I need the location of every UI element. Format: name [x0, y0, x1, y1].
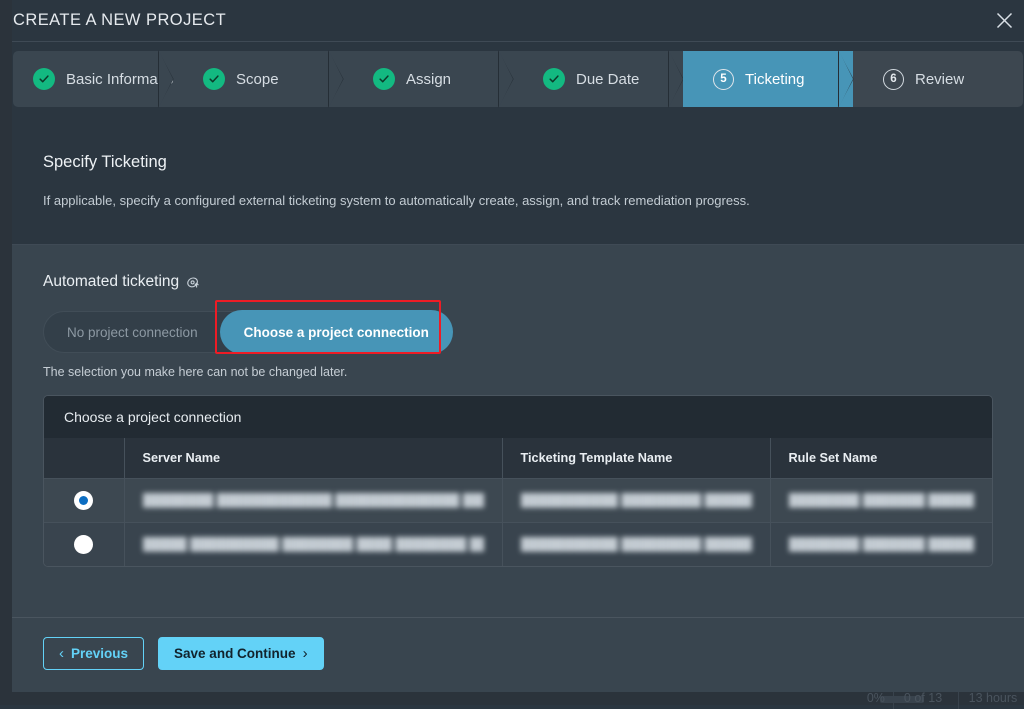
project-connection-table: Server Name Ticketing Template Name Rule… [44, 438, 992, 566]
close-icon[interactable] [988, 5, 1020, 37]
save-and-continue-button-label: Save and Continue [174, 646, 296, 661]
check-icon [203, 68, 225, 90]
step-ticketing[interactable]: 5 Ticketing [683, 51, 853, 107]
page-title: Specify Ticketing [43, 153, 993, 172]
step-label: Review [915, 71, 964, 88]
project-connection-panel-title: Choose a project connection [44, 396, 992, 438]
help-link-icon[interactable] [186, 275, 201, 290]
step-due-date[interactable]: Due Date [513, 51, 683, 107]
modal-titlebar: CREATE A NEW PROJECT [12, 0, 1024, 42]
cell-rule-set-name: ████████ ███████ ██████████ █████ [770, 523, 992, 567]
cell-rule-set-name: ████████ ███████ ██████████ █████ [770, 479, 992, 523]
modal-body: Specify Ticketing If applicable, specify… [12, 125, 1024, 692]
previous-button-label: Previous [71, 646, 128, 661]
table-row[interactable]: █████ ██████████ ████████ ████ ████████ … [44, 523, 992, 567]
cell-server-name: ████████ █████████████ ██████████████ ██… [124, 479, 502, 523]
column-header-server-name: Server Name [124, 438, 502, 479]
selection-helper-note: The selection you make here can not be c… [43, 365, 993, 379]
cell-server-name: █████ ██████████ ████████ ████ ████████ … [124, 523, 502, 567]
table-header-row: Server Name Ticketing Template Name Rule… [44, 438, 992, 479]
automated-ticketing-label: Automated ticketing [43, 273, 179, 291]
project-connection-panel: Choose a project connection Server Name … [43, 395, 993, 567]
row-select-cell[interactable] [44, 523, 124, 567]
page-description: If applicable, specify a configured exte… [43, 192, 993, 210]
automated-ticketing-toggle-wrap: No project connection Choose a project c… [43, 311, 453, 353]
redacted-value: ███████████ █████████ ████████████ █████… [521, 537, 752, 553]
modal-title: CREATE A NEW PROJECT [13, 11, 226, 30]
redacted-value: █████ ██████████ ████████ ████ ████████ … [143, 537, 484, 553]
radio-button[interactable] [74, 535, 93, 554]
modal-footer: ‹ Previous Save and Continue › [12, 617, 1024, 692]
column-header-select [44, 438, 124, 479]
step-label: Assign [406, 71, 451, 88]
check-icon [33, 68, 55, 90]
step-scope[interactable]: Scope [173, 51, 343, 107]
step-label: Due Date [576, 71, 639, 88]
step-number-badge: 5 [713, 69, 734, 90]
column-header-rule-set-name: Rule Set Name [770, 438, 992, 479]
step-label: Ticketing [745, 71, 804, 88]
chevron-left-icon: ‹ [59, 646, 64, 661]
step-assign[interactable]: Assign [343, 51, 513, 107]
previous-button[interactable]: ‹ Previous [43, 637, 144, 670]
automated-ticketing-label-row: Automated ticketing [43, 273, 993, 291]
automated-ticketing-toggle-group: No project connection Choose a project c… [43, 311, 453, 353]
step-review[interactable]: 6 Review [853, 51, 1023, 107]
check-icon [543, 68, 565, 90]
automated-ticketing-section: Automated ticketing No project connectio… [12, 245, 1024, 617]
cell-ticketing-template-name: ███████████ █████████ ████████████ █████… [502, 479, 770, 523]
step-basic-information[interactable]: Basic Information [13, 51, 173, 107]
row-select-cell[interactable] [44, 479, 124, 523]
column-header-ticketing-template-name: Ticketing Template Name [502, 438, 770, 479]
step-label: Basic Information [66, 71, 173, 88]
redacted-value: ███████████ █████████ ████████████ █████… [521, 493, 752, 509]
redacted-value: ████████ █████████████ ██████████████ ██… [143, 493, 484, 509]
step-label: Scope [236, 71, 279, 88]
step-number-badge: 6 [883, 69, 904, 90]
create-project-modal: CREATE A NEW PROJECT Basic Information S… [12, 0, 1024, 692]
redacted-value: ████████ ███████ ██████████ █████ [789, 537, 975, 553]
toggle-no-project-connection[interactable]: No project connection [44, 311, 221, 353]
save-and-continue-button[interactable]: Save and Continue › [158, 637, 324, 670]
check-icon [373, 68, 395, 90]
chevron-right-icon: › [303, 646, 308, 661]
radio-button[interactable] [74, 491, 93, 510]
toggle-choose-project-connection[interactable]: Choose a project connection [221, 311, 452, 353]
redacted-value: ████████ ███████ ██████████ █████ [789, 493, 975, 509]
table-row[interactable]: ████████ █████████████ ██████████████ ██… [44, 479, 992, 523]
cell-ticketing-template-name: ███████████ █████████ ████████████ █████… [502, 523, 770, 567]
wizard-stepper: Basic Information Scope Assign Due Date … [12, 51, 1024, 115]
intro-section: Specify Ticketing If applicable, specify… [12, 125, 1024, 245]
